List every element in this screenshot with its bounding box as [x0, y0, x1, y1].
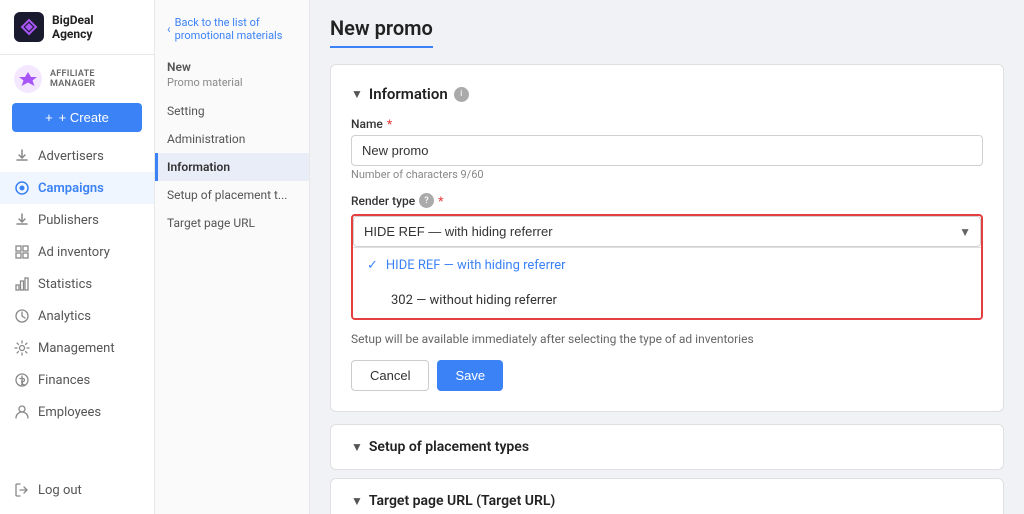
nav-label-employees: Employees [38, 405, 101, 420]
affiliate-label: AFFILIATE MANAGER [50, 69, 140, 89]
logo-area: BigDeal Agency [0, 0, 154, 55]
main-content: New promo ▼ Information i Name * Number … [310, 0, 1024, 514]
affiliate-section: AFFILIATE MANAGER [0, 55, 154, 99]
breadcrumb-text: Back to the list of promotional material… [175, 16, 297, 42]
render-type-helper: Setup will be available immediately afte… [351, 332, 983, 346]
nav-label-finances: Finances [38, 373, 90, 388]
button-row: Cancel Save [351, 360, 983, 391]
select-wrapper: HIDE REF — with hiding referrer 302 — wi… [353, 216, 981, 247]
information-section-header[interactable]: ▼ Information i [351, 85, 983, 103]
sub-nav-setting[interactable]: Setting [155, 97, 309, 125]
page-title: New promo [330, 16, 433, 48]
sidebar-item-advertisers[interactable]: Advertisers [0, 140, 154, 172]
nav-label-publishers: Publishers [38, 213, 99, 228]
name-input[interactable] [351, 135, 983, 166]
campaigns-icon [14, 180, 30, 196]
sidebar-item-publishers[interactable]: Publishers [0, 204, 154, 236]
dropdown-option-302[interactable]: 302 — without hiding referrer [353, 283, 981, 318]
sidebar-item-finances[interactable]: Finances [0, 364, 154, 396]
option-label-hide-ref: HIDE REF — with hiding referrer [386, 258, 566, 273]
publishers-icon [14, 212, 30, 228]
nav-label-campaigns: Campaigns [38, 181, 104, 196]
sidebar-item-campaigns[interactable]: Campaigns [0, 172, 154, 204]
option-label-302: 302 — without hiding referrer [391, 293, 557, 308]
settings-icon [14, 340, 30, 356]
name-required: * [387, 117, 392, 131]
logo-name-line1: BigDeal [52, 13, 94, 27]
dropdown-option-hide-ref[interactable]: ✓ HIDE REF — with hiding referrer [353, 248, 981, 283]
render-type-label: Render type ? * [351, 193, 983, 208]
sub-nav-information[interactable]: Information [155, 153, 309, 181]
target-collapse-icon: ▼ [351, 494, 363, 508]
analytics-icon [14, 308, 30, 324]
information-card: ▼ Information i Name * Number of charact… [330, 64, 1004, 412]
render-type-help-icon[interactable]: ? [419, 193, 434, 208]
render-type-group: Render type ? * HIDE REF — with hiding r… [351, 193, 983, 346]
nav-label-ad-inventory: Ad inventory [38, 245, 110, 260]
secondary-section-label: New [155, 48, 309, 76]
placement-section[interactable]: ▼ Setup of placement types [330, 424, 1004, 470]
nav-label-statistics: Statistics [38, 277, 92, 292]
logo-name-line2: Agency [52, 27, 94, 41]
char-count: Number of characters 9/60 [351, 168, 983, 181]
sidebar: BigDeal Agency AFFILIATE MANAGER + + Cre… [0, 0, 155, 514]
nav-label-analytics: Analytics [38, 309, 91, 324]
name-field-group: Name * Number of characters 9/60 [351, 117, 983, 181]
sub-nav-setup-placement[interactable]: Setup of placement t... [155, 181, 309, 209]
logout-icon [14, 482, 30, 498]
collapse-icon: ▼ [351, 87, 363, 101]
sidebar-item-employees[interactable]: Employees [0, 396, 154, 428]
render-type-select[interactable]: HIDE REF — with hiding referrer 302 — wi… [353, 216, 981, 247]
information-section-title: Information [369, 85, 448, 103]
sidebar-item-statistics[interactable]: Statistics [0, 268, 154, 300]
sidebar-item-analytics[interactable]: Analytics [0, 300, 154, 332]
sub-nav-target-page-url[interactable]: Target page URL [155, 209, 309, 237]
sidebar-item-ad-inventory[interactable]: Ad inventory [0, 236, 154, 268]
nav-label-advertisers: Advertisers [38, 149, 104, 164]
sub-nav-administration[interactable]: Administration [155, 125, 309, 153]
render-type-required: * [438, 194, 443, 208]
info-icon[interactable]: i [454, 87, 469, 102]
sidebar-item-management[interactable]: Management [0, 332, 154, 364]
logout-item[interactable]: Log out [0, 474, 154, 514]
create-button[interactable]: + + Create [12, 103, 142, 132]
dropdown-options: ✓ HIDE REF — with hiding referrer 302 — … [353, 247, 981, 318]
logo-icon [14, 12, 44, 42]
download-icon [14, 148, 30, 164]
bar-chart-icon [14, 276, 30, 292]
create-label: + Create [59, 110, 109, 125]
affiliate-icon [14, 65, 42, 93]
nav-label-management: Management [38, 341, 115, 356]
cancel-button[interactable]: Cancel [351, 360, 429, 391]
create-plus-icon: + [45, 110, 53, 125]
breadcrumb-back[interactable]: ‹ Back to the list of promotional materi… [155, 10, 309, 48]
grid-icon [14, 244, 30, 260]
logout-label: Log out [38, 483, 82, 498]
placement-section-title: Setup of placement types [369, 439, 529, 455]
name-label: Name * [351, 117, 983, 131]
target-section-title: Target page URL (Target URL) [369, 493, 555, 509]
render-type-dropdown-container: HIDE REF — with hiding referrer 302 — wi… [351, 214, 983, 320]
secondary-panel: ‹ Back to the list of promotional materi… [155, 0, 310, 514]
dollar-icon [14, 372, 30, 388]
check-icon: ✓ [367, 258, 378, 273]
person-icon [14, 404, 30, 420]
save-button[interactable]: Save [437, 360, 503, 391]
secondary-section-sublabel: Promo material [155, 76, 309, 97]
target-url-section[interactable]: ▼ Target page URL (Target URL) [330, 478, 1004, 514]
back-arrow-icon: ‹ [167, 22, 171, 36]
placement-collapse-icon: ▼ [351, 440, 363, 454]
